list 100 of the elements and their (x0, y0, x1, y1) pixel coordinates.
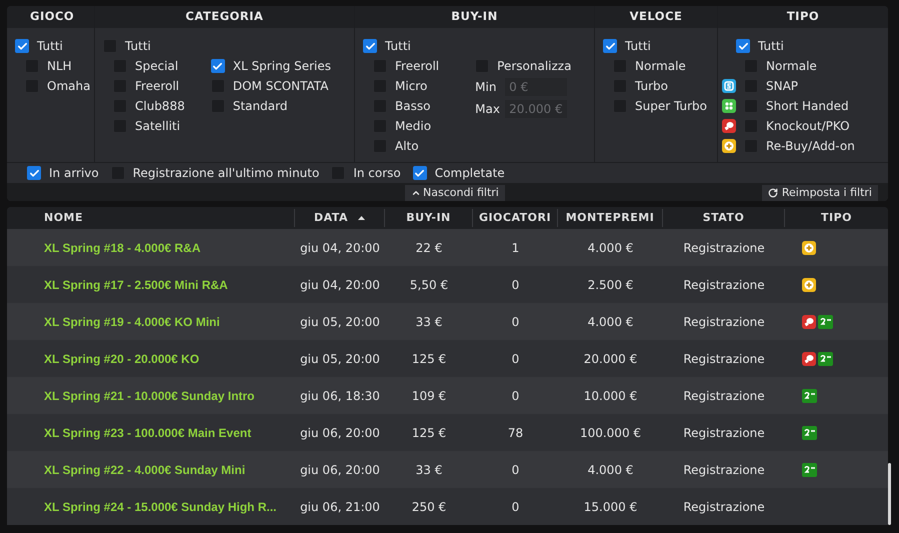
table-cell-text: 100.000 € (580, 424, 642, 442)
option-label: Tutti (125, 38, 151, 55)
boxing-glove-icon (722, 119, 736, 133)
section-title: BUY-IN (451, 8, 498, 26)
checkbox[interactable] (603, 39, 617, 53)
table-cell-text: giu 06, 21:00 (300, 498, 380, 516)
tournament-name: XL Spring #22 - 4.000€ Sunday Mini (44, 462, 246, 478)
tournament-name: XL Spring #19 - 4.000€ KO Mini (44, 314, 220, 330)
column-header[interactable]: TIPO (816, 210, 857, 226)
table-cell-text: 33 € (416, 314, 442, 330)
option-label: NLH (47, 58, 72, 75)
table-cell-text: giu 04, 20:00 (300, 240, 380, 256)
tournament-name: XL Spring #21 - 10.000€ Sunday Intro (44, 388, 255, 404)
scrollbar-thumb[interactable] (888, 463, 891, 525)
option-label: Club888 (135, 98, 185, 115)
table-cell-text: Registrazione (683, 314, 765, 330)
column-header[interactable]: GIOCATORI (474, 210, 556, 226)
column-header[interactable]: STATO (698, 210, 750, 226)
table-row[interactable]: XL Spring #22 - 4.000€ Sunday Mini giu 06, 20:00 33 € 0 4.000 € Registrazione (7, 451, 888, 488)
table-cell-text: 4.000 € (588, 240, 634, 256)
checkbox[interactable] (15, 39, 29, 53)
option-label: Freeroll (395, 58, 440, 75)
table-cell-text: 250 € (412, 498, 446, 516)
number-badge-icon (802, 462, 817, 476)
status-label: In arrivo (49, 165, 99, 182)
table-cell-text: giu 06, 20:00 (300, 424, 380, 442)
people-badge-icon (722, 99, 736, 113)
table-row[interactable]: XL Spring #20 - 20.000€ KO giu 05, 20:00 125 € 0 20.000 € Registrazione (7, 340, 888, 377)
table-row[interactable]: XL Spring #17 - 2.500€ Mini R&A giu 04, 20:00 5,50 € 0 2.500 € Registrazione (7, 266, 888, 303)
column-header[interactable]: DATA (309, 210, 370, 226)
range-label: Min (475, 79, 498, 96)
reset-filters-button[interactable]: Reimposta i filtri (762, 185, 878, 201)
number-badge-icon (818, 352, 833, 366)
hide-filters-button[interactable]: Nascondi filtri (405, 185, 505, 201)
table-cell-text: 0 (512, 498, 520, 516)
table-cell-text: Registrazione (683, 424, 765, 442)
checkbox[interactable] (210, 59, 225, 73)
checkbox[interactable] (412, 166, 427, 180)
checkbox[interactable] (736, 39, 750, 53)
checkbox[interactable] (363, 39, 377, 53)
table-cell-text: 125 € (412, 424, 446, 442)
boxing-glove-icon (802, 352, 816, 366)
table-cell-text: giu 05, 20:00 (300, 314, 380, 330)
table-cell-text: Registrazione (683, 462, 765, 478)
s-badge-icon (722, 79, 736, 93)
table-cell-text: 0 (512, 388, 520, 404)
number-badge-icon (802, 388, 817, 402)
table-cell-text: 5,50 € (410, 276, 448, 294)
option-label: Short Handed (766, 98, 849, 115)
tournament-name: XL Spring #18 - 4.000€ R&A (44, 240, 201, 256)
column-header[interactable]: BUY-IN (401, 210, 456, 226)
plus-badge-icon (722, 139, 736, 153)
checkbox[interactable] (27, 166, 41, 180)
option-label: Tutti (758, 38, 784, 55)
table-cell-text: 0 (512, 276, 520, 294)
option-label: Standard (232, 98, 288, 115)
table-cell-text: Registrazione (683, 350, 765, 368)
option-label: Tutti (37, 38, 63, 55)
option-label: Micro (395, 78, 428, 95)
sort-up-icon (358, 216, 365, 220)
table-cell-text: Registrazione (683, 276, 765, 294)
table-cell-text: 22 € (416, 240, 442, 256)
table-row[interactable]: XL Spring #21 - 10.000€ Sunday Intro giu 06, 18:30 109 € 0 10.000 € Registrazione (7, 377, 888, 414)
option-label: Freeroll (135, 78, 180, 95)
table-row[interactable]: XL Spring #18 - 4.000€ R&A giu 04, 20:00 22 € 1 4.000 € Registrazione (7, 229, 888, 266)
table-cell-text: 0 (512, 462, 520, 478)
plus-badge-icon (802, 278, 816, 292)
plus-badge-icon (802, 240, 816, 254)
table-cell-text: 33 € (416, 462, 442, 478)
table-row[interactable]: XL Spring #24 - 15.000€ Sunday High R... giu 06, 21:00 250 € 0 15.000 € Registrazione (7, 488, 888, 525)
section-title: CATEGORIA (186, 8, 264, 26)
tournament-name: XL Spring #24 - 15.000€ Sunday High R... (44, 498, 277, 516)
option-label: DOM SCONTATA (232, 78, 328, 95)
tournament-name: XL Spring #17 - 2.500€ Mini R&A (44, 276, 228, 294)
status-label: In corso (353, 165, 401, 182)
column-header[interactable]: MONTEPREMI (560, 210, 660, 226)
table-cell-text: Registrazione (683, 240, 765, 256)
table-row[interactable]: XL Spring #19 - 4.000€ KO Mini giu 05, 20:00 33 € 0 4.000 € Registrazione (7, 303, 888, 340)
option-label: XL Spring Series (232, 58, 332, 75)
table-cell-text: 78 (508, 424, 524, 442)
reset-icon (768, 188, 778, 198)
option-label: Basso (395, 98, 430, 115)
status-label: Registrazione all'ultimo minuto (132, 165, 320, 182)
tournament-name: XL Spring #23 - 100.000€ Main Event (44, 424, 252, 442)
column-header[interactable]: NOME (39, 210, 88, 226)
table-cell-text: giu 06, 18:30 (300, 388, 380, 404)
table-cell-text: Registrazione (683, 388, 765, 404)
table-cell-text: 2.500 € (588, 276, 634, 294)
option-label: SNAP (766, 78, 798, 95)
status-label: Completate (434, 165, 505, 182)
table-cell-text: Registrazione (683, 498, 765, 516)
option-label: Turbo (635, 78, 668, 95)
tournament-name: XL Spring #20 - 20.000€ KO (44, 350, 200, 368)
table-cell-text: giu 05, 20:00 (300, 350, 380, 368)
table-row[interactable]: XL Spring #23 - 100.000€ Main Event giu 06, 20:00 125 € 78 100.000 € Registrazione (7, 414, 888, 451)
option-label: Normale (766, 58, 817, 75)
option-label: Knockout/PKO (766, 118, 850, 135)
table-cell-text: 15.000 € (584, 498, 638, 516)
table-cell-text: 0 (512, 350, 520, 368)
section-title: VELOCE (630, 8, 682, 26)
